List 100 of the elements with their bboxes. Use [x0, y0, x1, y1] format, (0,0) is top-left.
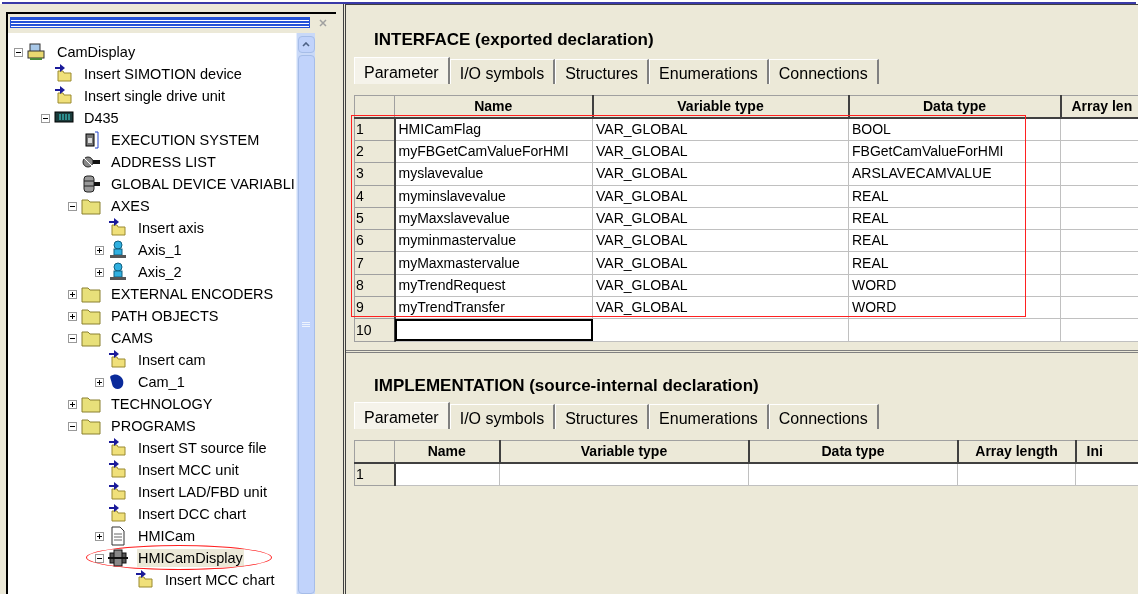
insert-folder-icon	[54, 64, 74, 84]
caret-up-icon	[302, 42, 310, 47]
tree-item[interactable]: AXES	[110, 197, 151, 215]
column-header[interactable]: Name	[394, 440, 500, 463]
tree-item[interactable]: Cam_1	[137, 373, 186, 391]
tab[interactable]: Structures	[555, 404, 650, 429]
table-cell: BOOL	[848, 118, 1061, 141]
tab[interactable]: I/O symbols	[449, 404, 556, 429]
tab[interactable]: Connections	[768, 59, 879, 84]
insert-folder-icon	[108, 350, 128, 370]
table-cell: myslavevalue	[394, 162, 593, 186]
program-icon	[108, 548, 128, 568]
expand-icon[interactable]	[94, 377, 104, 387]
table-cell: myTrendRequest	[394, 274, 593, 297]
section-heading: INTERFACE (exported declaration)	[374, 29, 655, 51]
expand-icon[interactable]	[94, 245, 104, 255]
tree-item[interactable]: HMICamDisplay	[137, 549, 244, 567]
table-cell: VAR_GLOBAL	[592, 140, 849, 163]
tree-item[interactable]: Insert ST source file	[137, 439, 268, 457]
row-number: 5	[354, 207, 395, 230]
folder-icon	[81, 328, 101, 348]
table-cell: VAR_GLOBAL	[592, 118, 849, 141]
tab[interactable]: Parameter	[354, 57, 450, 84]
focused-cell[interactable]	[394, 318, 593, 342]
collapse-icon[interactable]	[67, 201, 77, 211]
tab[interactable]: Enumerations	[649, 59, 769, 84]
tree-item[interactable]: HMICam	[137, 527, 197, 545]
tree-item[interactable]: TECHNOLOGY	[110, 395, 214, 413]
insert-folder-icon	[108, 482, 128, 502]
folder-icon	[81, 416, 101, 436]
column-header[interactable]: Variable type	[592, 95, 849, 118]
tree-item[interactable]: Insert MCC chart	[164, 571, 276, 589]
table-cell: FBGetCamValueForHMI	[848, 140, 1061, 163]
column-header[interactable]: Data type	[848, 95, 1061, 118]
row-number: 4	[354, 185, 395, 208]
tree-item[interactable]: EXECUTION SYSTEM	[110, 131, 261, 149]
table-cell: myminslavevalue	[394, 185, 593, 208]
tree-item[interactable]: PATH OBJECTS	[110, 307, 220, 325]
row-number: 6	[354, 229, 395, 252]
tree-item[interactable]: Axis_1	[137, 241, 183, 259]
tree-item[interactable]: D435	[83, 109, 120, 127]
tree-item[interactable]: ADDRESS LIST	[110, 153, 217, 171]
row-number: 8	[354, 274, 395, 297]
row-number: 7	[354, 252, 395, 275]
table-cell: VAR_GLOBAL	[592, 207, 849, 230]
column-header[interactable]: Array len	[1060, 95, 1138, 118]
insert-folder-icon	[108, 460, 128, 480]
collapse-icon[interactable]	[13, 47, 23, 57]
tree-item[interactable]: CAMS	[110, 329, 154, 347]
table-cell: myMaxmastervalue	[394, 252, 593, 275]
tab[interactable]: Parameter	[354, 402, 450, 429]
table-cell: VAR_GLOBAL	[592, 162, 849, 186]
tree-item[interactable]: Insert axis	[137, 219, 206, 237]
table-cell: myMaxslavevalue	[394, 207, 593, 230]
column-header[interactable]: Array length	[957, 440, 1076, 463]
table-cell: REAL	[848, 229, 1061, 252]
column-header[interactable]: Variable type	[499, 440, 749, 463]
tree-item[interactable]: Insert cam	[137, 351, 207, 369]
tree-item[interactable]: Insert single drive unit	[83, 87, 227, 105]
column-header[interactable]: Ini	[1075, 440, 1138, 463]
collapse-icon[interactable]	[94, 553, 104, 563]
expand-icon[interactable]	[94, 531, 104, 541]
row-number: 1	[354, 118, 395, 141]
insert-folder-icon	[54, 86, 74, 106]
tree-item[interactable]: GLOBAL DEVICE VARIABLI	[110, 175, 296, 193]
expand-icon[interactable]	[67, 289, 77, 299]
column-header[interactable]: Name	[394, 95, 593, 118]
column-header[interactable]: Data type	[748, 440, 958, 463]
tree-item[interactable]: Insert DCC chart	[137, 505, 247, 523]
tab[interactable]: Connections	[768, 404, 879, 429]
tree-item[interactable]: CamDisplay	[56, 43, 137, 61]
table-cell: VAR_GLOBAL	[592, 274, 849, 297]
tree-item[interactable]: Axis_2	[137, 263, 183, 281]
grip-icon	[302, 321, 310, 328]
expand-icon[interactable]	[67, 399, 77, 409]
section-heading: IMPLEMENTATION (source-internal declaration)	[374, 375, 760, 397]
axis-icon	[108, 262, 128, 282]
tree-item[interactable]: Insert LAD/FBD unit	[137, 483, 268, 501]
tree-item[interactable]: EXTERNAL ENCODERS	[110, 285, 275, 303]
table-cell: VAR_GLOBAL	[592, 229, 849, 252]
tree-item[interactable]: Insert MCC unit	[137, 461, 240, 479]
project-icon	[27, 42, 47, 62]
document-icon	[108, 526, 128, 546]
table-cell: REAL	[848, 207, 1061, 230]
row-number: 2	[354, 140, 395, 163]
tab[interactable]: Structures	[555, 59, 650, 84]
axis-icon	[108, 240, 128, 260]
collapse-icon[interactable]	[40, 113, 50, 123]
tab[interactable]: Enumerations	[649, 404, 769, 429]
expand-icon[interactable]	[67, 311, 77, 321]
table-cell: REAL	[848, 252, 1061, 275]
database-icon	[81, 174, 101, 194]
table-cell: ARSLAVECAMVALUE	[848, 162, 1061, 186]
tree-item[interactable]: PROGRAMS	[110, 417, 197, 435]
table-cell: VAR_GLOBAL	[592, 185, 849, 208]
tree-item[interactable]: Insert SIMOTION device	[83, 65, 243, 83]
expand-icon[interactable]	[94, 267, 104, 277]
tab[interactable]: I/O symbols	[449, 59, 556, 84]
collapse-icon[interactable]	[67, 421, 77, 431]
collapse-icon[interactable]	[67, 333, 77, 343]
